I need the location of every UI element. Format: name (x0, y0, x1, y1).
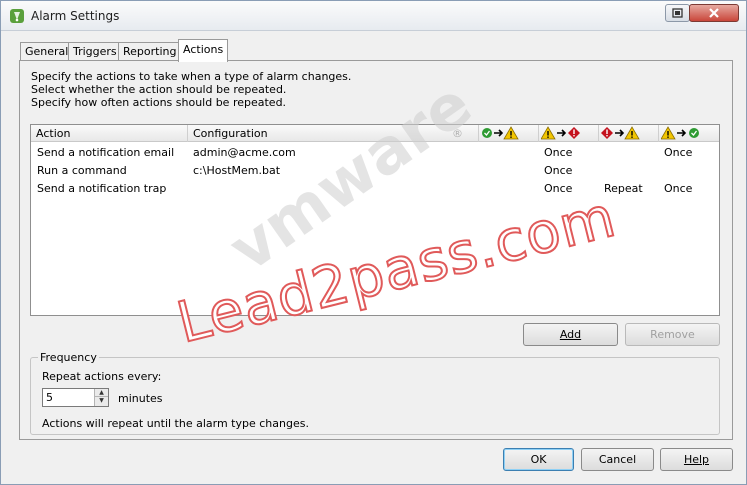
add-button-label: Add (559, 328, 582, 341)
help-button[interactable]: Help (660, 448, 733, 471)
cancel-button[interactable]: Cancel (581, 448, 654, 471)
transition-yellow-to-red-icon (540, 126, 580, 140)
tab-label: Triggers (73, 45, 117, 58)
column-header-action[interactable]: Action (31, 125, 188, 142)
stepper-buttons: ▲ ▼ (94, 389, 108, 406)
transition-green-to-yellow-icon (482, 126, 519, 140)
help-button-label: Help (683, 453, 710, 466)
actions-table[interactable]: Action Configuration Send a notification… (30, 124, 720, 316)
tab-general[interactable]: General (20, 42, 74, 61)
row-3-yellow-to-green[interactable]: Once (664, 182, 692, 195)
remove-button[interactable]: Remove (625, 323, 720, 346)
repeat-interval-value[interactable]: 5 (46, 391, 53, 404)
minutes-unit-label: minutes (118, 392, 163, 405)
tab-reporting[interactable]: Reporting (118, 42, 182, 61)
row-1-yellow-to-green[interactable]: Once (664, 146, 692, 159)
transition-yellow-to-green-icon (660, 126, 699, 140)
column-header-green-to-yellow[interactable] (479, 125, 539, 142)
column-header-red-to-yellow[interactable] (599, 125, 659, 142)
tab-label: General (25, 45, 69, 58)
table-header: Action Configuration (31, 125, 719, 142)
description-line-2: Select whether the action should be repe… (31, 83, 287, 96)
row-3-yellow-to-red[interactable]: Once (544, 182, 572, 195)
tab-label: Actions (183, 43, 224, 56)
frequency-legend: Frequency (38, 351, 99, 364)
column-header-label: Action (36, 127, 71, 140)
description-line-3: Specify how often actions should be repe… (31, 96, 287, 109)
ok-button-label: OK (530, 453, 547, 466)
alarm-settings-dialog: Alarm Settings General Triggers Reportin… (0, 0, 747, 485)
column-header-yellow-to-green[interactable] (659, 125, 719, 142)
row-2-yellow-to-red[interactable]: Once (544, 164, 572, 177)
alarm-app-icon (10, 9, 24, 23)
ok-button[interactable]: OK (503, 448, 574, 471)
title-bar[interactable]: Alarm Settings (1, 1, 746, 31)
repeat-interval-stepper[interactable]: 5 ▲ ▼ (42, 388, 109, 407)
row-1-configuration[interactable]: admin@acme.com (193, 146, 296, 159)
row-3-action[interactable]: Send a notification trap (37, 182, 166, 195)
row-1-yellow-to-red[interactable]: Once (544, 146, 572, 159)
close-icon (709, 8, 719, 18)
row-2-configuration[interactable]: c:\HostMem.bat (193, 164, 280, 177)
tab-actions[interactable]: Actions (178, 39, 229, 62)
row-2-action[interactable]: Run a command (37, 164, 127, 177)
window-title: Alarm Settings (31, 9, 120, 23)
row-1-action[interactable]: Send a notification email (37, 146, 174, 159)
column-header-yellow-to-red[interactable] (539, 125, 599, 142)
cancel-button-label: Cancel (598, 453, 637, 466)
stepper-up-icon[interactable]: ▲ (95, 389, 108, 397)
restore-button[interactable] (665, 4, 690, 22)
description-line-1: Specify the actions to take when a type … (31, 70, 352, 83)
column-header-label: Configuration (193, 127, 268, 140)
column-header-configuration[interactable]: Configuration (188, 125, 479, 142)
tab-triggers[interactable]: Triggers (68, 42, 122, 61)
repeat-note: Actions will repeat until the alarm type… (42, 417, 309, 430)
close-button[interactable] (689, 4, 739, 22)
remove-button-label: Remove (650, 328, 695, 341)
row-3-red-to-yellow[interactable]: Repeat (604, 182, 643, 195)
tab-label: Reporting (123, 45, 177, 58)
stepper-down-icon[interactable]: ▼ (95, 397, 108, 405)
add-button[interactable]: Add (523, 323, 618, 346)
repeat-actions-label: Repeat actions every: (42, 370, 162, 383)
transition-red-to-yellow-icon (601, 126, 640, 140)
restore-icon (672, 8, 683, 18)
